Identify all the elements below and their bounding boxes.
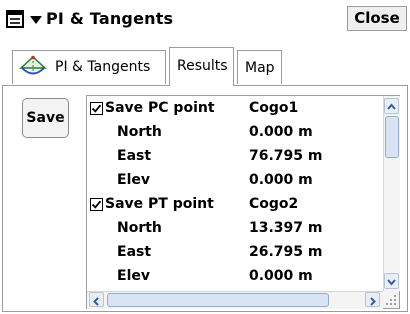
row-value: 0.000 m — [249, 268, 313, 284]
window-title: PI & Tangents — [46, 9, 174, 28]
save-button[interactable]: Save — [22, 98, 69, 138]
scroll-down-button[interactable] — [384, 273, 399, 289]
scroll-up-button[interactable] — [384, 98, 399, 114]
list-item: Elev 0.000 m — [87, 168, 384, 193]
chevron-left-icon — [93, 297, 99, 306]
save-pc-checkbox[interactable] — [90, 102, 103, 115]
scroll-right-button[interactable] — [365, 292, 380, 307]
tab-map[interactable]: Map — [237, 50, 282, 84]
list-item: North 13.397 m — [87, 216, 384, 241]
tab-label: Results — [177, 58, 228, 74]
tab-pi-tangents[interactable]: PI & Tangents — [12, 50, 166, 84]
row-name: North — [117, 124, 162, 140]
row-value: 26.795 m — [249, 244, 323, 260]
list-item: Save PT point Cogo2 — [87, 192, 384, 217]
row-name: Elev — [117, 268, 150, 284]
chevron-up-icon — [387, 103, 396, 110]
list-item: East 26.795 m — [87, 240, 384, 265]
chevron-right-icon — [370, 297, 376, 306]
tab-label: PI & Tangents — [55, 59, 151, 75]
row-value: 0.000 m — [249, 124, 313, 140]
horizontal-scrollbar[interactable] — [87, 291, 383, 309]
row-value: Cogo1 — [249, 100, 299, 116]
row-value: 13.397 m — [249, 220, 323, 236]
pi-tangents-icon — [19, 55, 47, 81]
scroll-left-button[interactable] — [89, 292, 104, 307]
row-name: East — [117, 148, 152, 164]
row-value: Cogo2 — [249, 196, 299, 212]
row-value: 0.000 m — [249, 172, 313, 188]
tab-label: Map — [245, 60, 275, 76]
list-item: Save PC point Cogo1 — [87, 96, 384, 121]
list-item: North 0.000 m — [87, 120, 384, 145]
menu-icon[interactable] — [6, 9, 28, 29]
chevron-down-icon — [387, 279, 396, 286]
row-value: 76.795 m — [249, 148, 323, 164]
row-name: North — [117, 220, 162, 236]
results-list: Save PC point Cogo1 North 0.000 m East 7… — [86, 95, 400, 309]
tab-results[interactable]: Results — [169, 47, 234, 86]
row-name: East — [117, 244, 152, 260]
title-bar: PI & Tangents Close — [0, 0, 410, 39]
list-item: Elev 0.000 m — [87, 264, 384, 289]
row-name: Save PT point — [105, 196, 214, 212]
dropdown-arrow-icon[interactable] — [30, 16, 42, 24]
row-name: Save PC point — [105, 100, 215, 116]
list-item: East 76.795 m — [87, 144, 384, 169]
resize-grip-icon — [383, 291, 399, 308]
row-name: Elev — [117, 172, 150, 188]
close-button[interactable]: Close — [347, 6, 407, 31]
horizontal-scroll-thumb[interactable] — [107, 293, 329, 307]
vertical-scroll-thumb[interactable] — [385, 116, 399, 158]
vertical-scrollbar[interactable] — [383, 96, 400, 291]
save-pt-checkbox[interactable] — [90, 198, 103, 211]
